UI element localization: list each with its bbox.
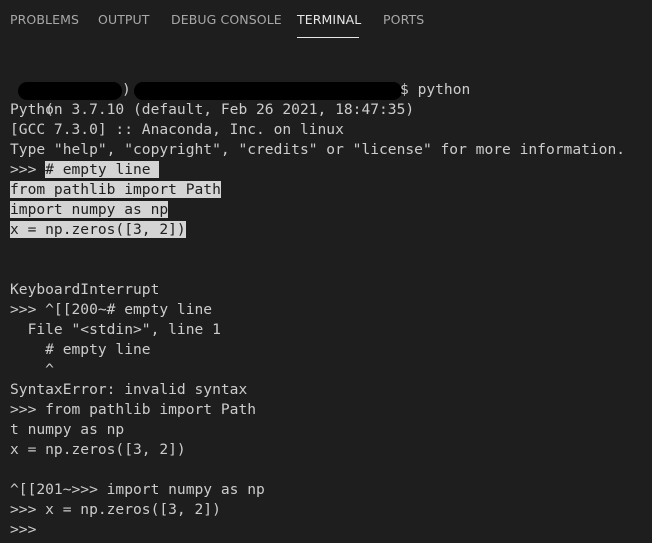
terminal-line: File "<stdin>", line 1 [10, 321, 221, 338]
tab-terminal[interactable]: TERMINAL [297, 12, 361, 27]
tab-problems[interactable]: PROBLEMS [10, 12, 79, 27]
selected-text: from pathlib import Path [10, 181, 221, 198]
terminal-line: # empty line [10, 341, 151, 358]
terminal-line: Type "help", "copyright", "credits" or "… [10, 141, 626, 158]
terminal-line: [GCC 7.3.0] :: Anaconda, Inc. on linux [10, 121, 344, 138]
terminal-line: t numpy as np [10, 421, 125, 438]
redacted-user-host-path [134, 82, 402, 100]
prompt-close-paren: ) [122, 81, 131, 98]
terminal-line: Python 3.7.10 (default, Feb 26 2021, 18:… [10, 101, 415, 118]
panel-tab-bar: PROBLEMS OUTPUT DEBUG CONSOLE TERMINAL P… [0, 0, 652, 42]
selected-text: # empty line [45, 161, 160, 178]
selected-text: x = np.zeros([3, 2]) [10, 221, 186, 238]
repl-prompt: >>> [10, 161, 46, 178]
active-tab-indicator [297, 37, 359, 38]
terminal-line: >>> # empty line [10, 160, 160, 180]
terminal-line: ^[[201~>>> import numpy as np [10, 481, 265, 498]
terminal-line: >>> [10, 521, 46, 538]
terminal-line: ^ [10, 361, 54, 378]
selected-text: import numpy as np [10, 201, 169, 218]
terminal-line: x = np.zeros([3, 2]) [10, 220, 186, 240]
tab-ports[interactable]: PORTS [383, 12, 424, 27]
terminal-line: >>> from pathlib import Path [10, 401, 257, 418]
terminal-line: KeyboardInterrupt [10, 281, 160, 298]
terminal-output[interactable]: ( ) $ python Python 3.7.10 (default, Feb… [0, 80, 652, 543]
terminal-line: import numpy as np [10, 200, 169, 220]
redacted-env-name [18, 82, 122, 100]
tab-output[interactable]: OUTPUT [98, 12, 150, 27]
tab-debug-console[interactable]: DEBUG CONSOLE [171, 12, 282, 27]
terminal-line: SyntaxError: invalid syntax [10, 381, 248, 398]
terminal-line: x = np.zeros([3, 2]) [10, 441, 186, 458]
prompt-command: $ python [400, 81, 471, 98]
terminal-line: >>> ^[[200~# empty line [10, 301, 213, 318]
terminal-line: from pathlib import Path [10, 180, 221, 200]
terminal-line: >>> x = np.zeros([3, 2]) [10, 501, 221, 518]
